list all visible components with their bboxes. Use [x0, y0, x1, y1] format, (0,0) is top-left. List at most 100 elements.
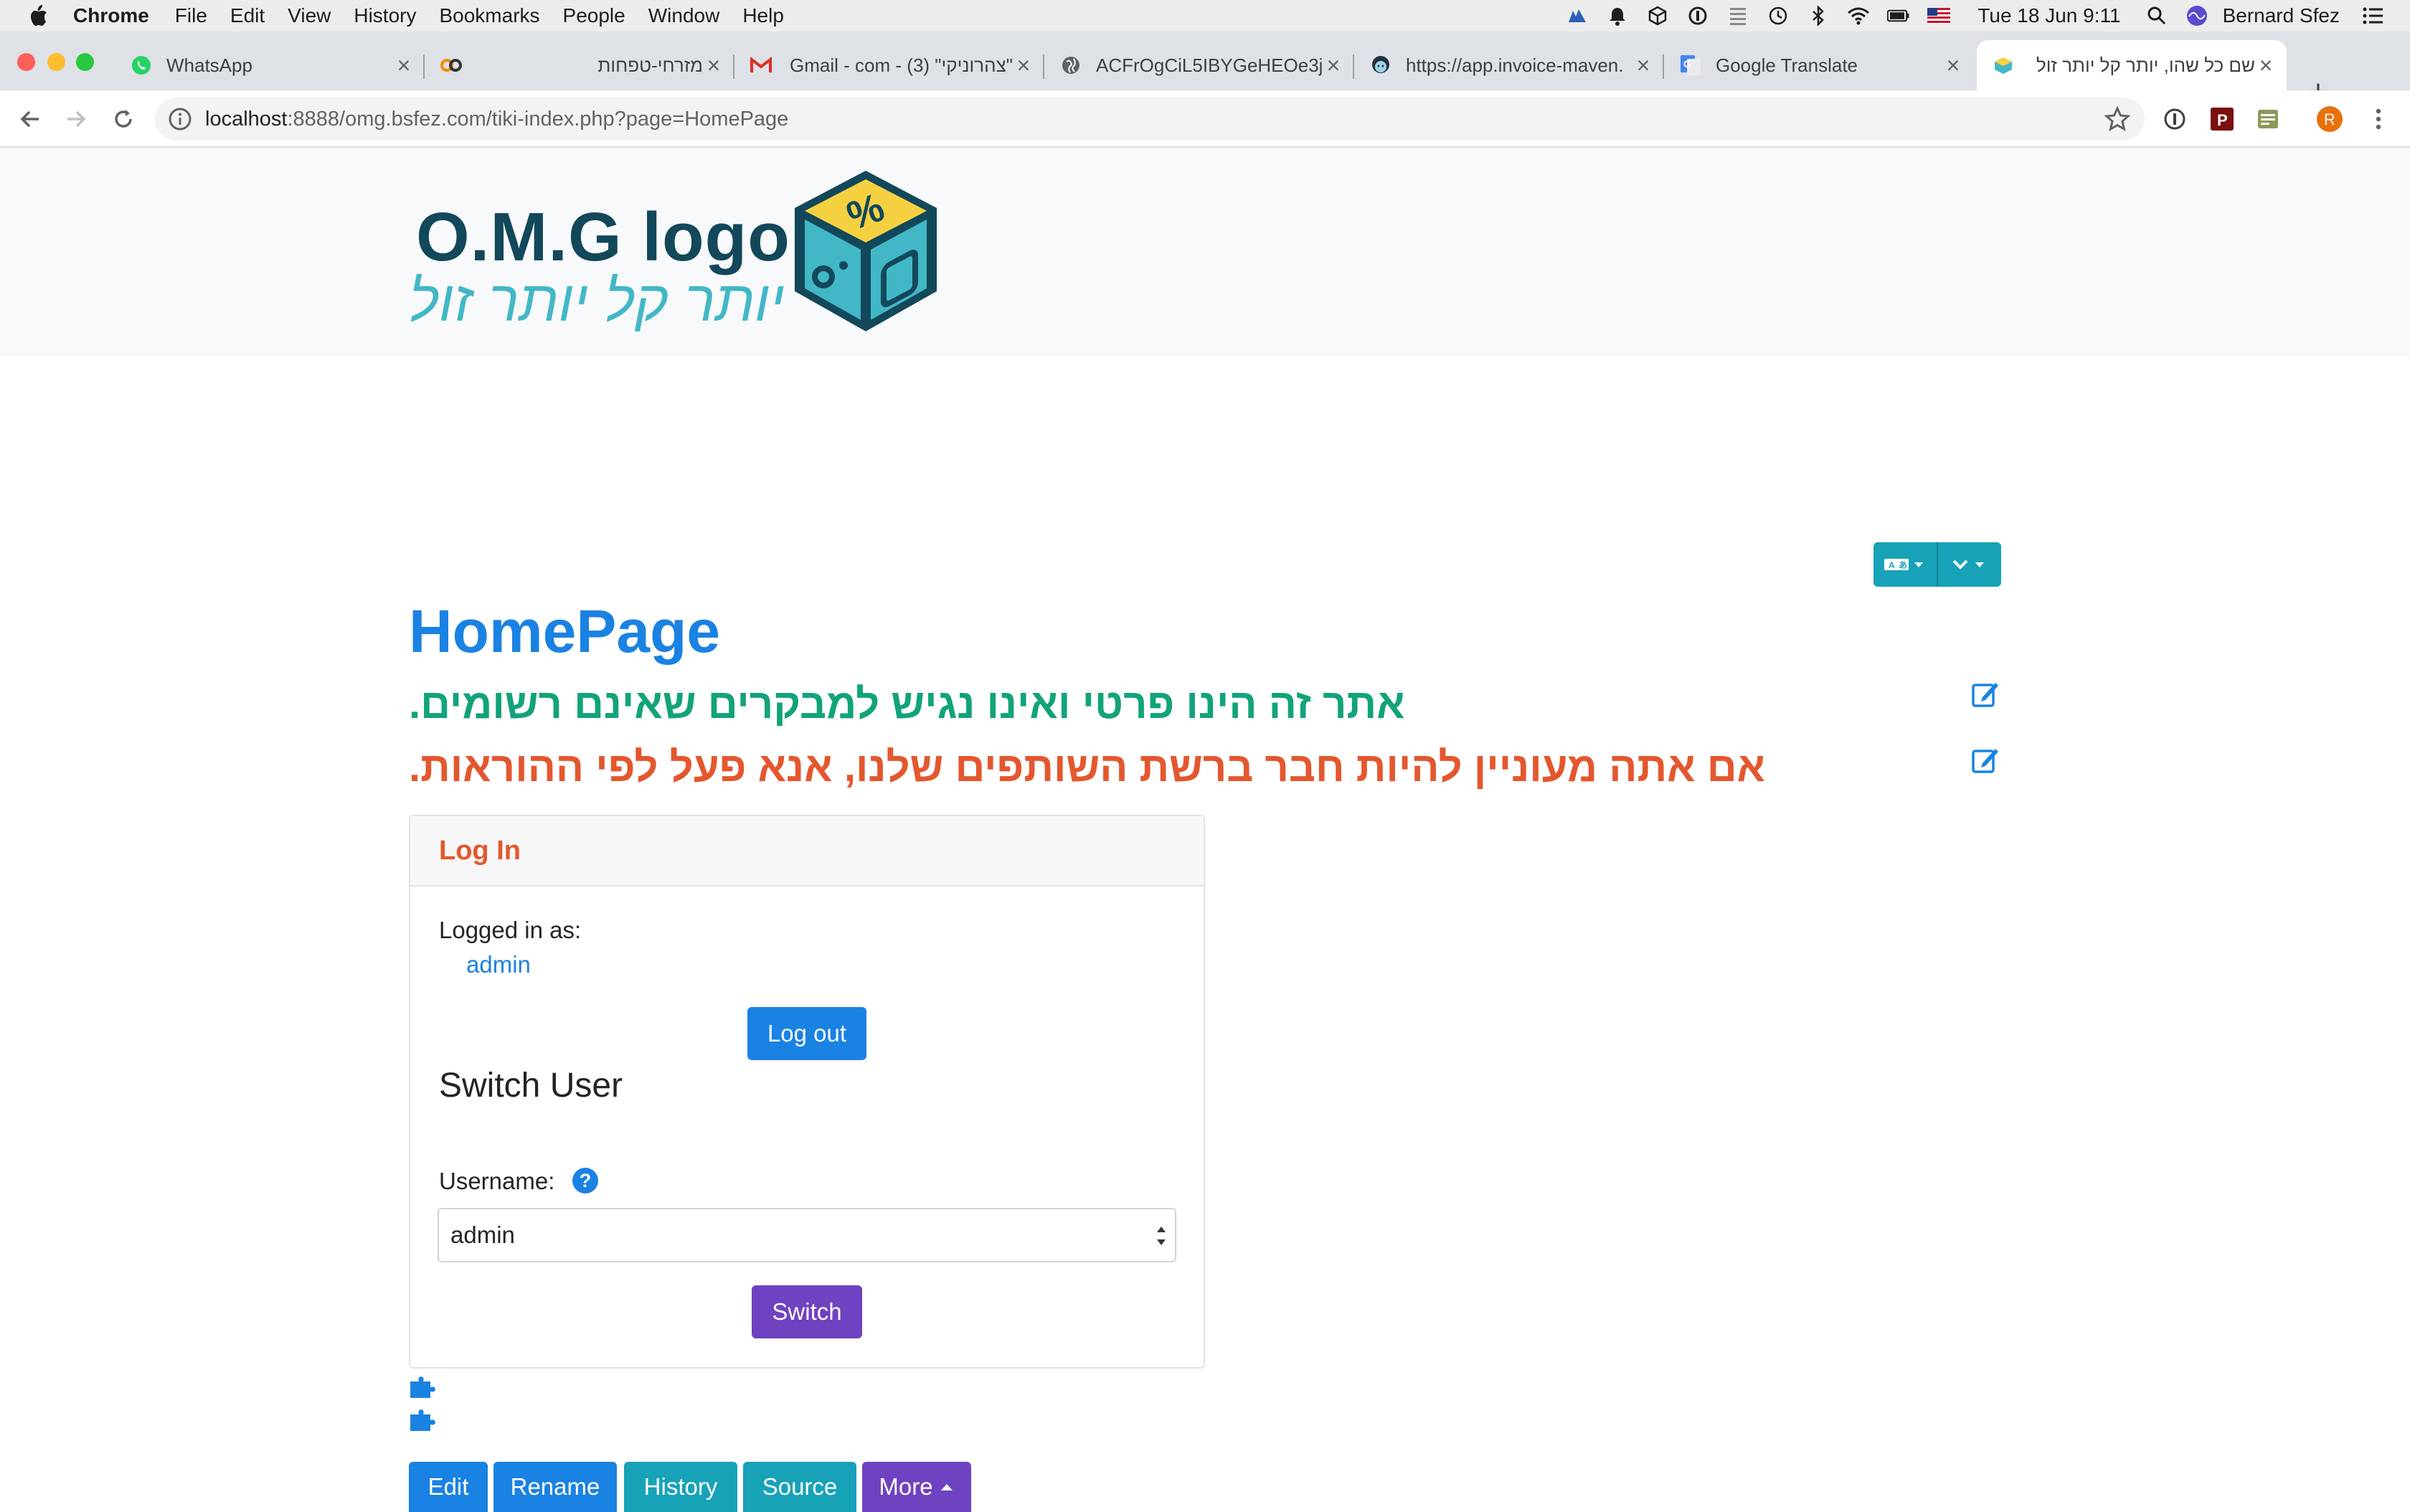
tab-close-icon[interactable]: ×	[1323, 52, 1344, 79]
tab-title: שם כל שהו, יותר קל יותר זול	[2036, 54, 2255, 76]
menu-edit[interactable]: Edit	[230, 4, 265, 27]
tab-invoice-maven[interactable]: https://app.invoice-maven. ×	[1354, 40, 1664, 90]
tab-close-icon[interactable]: ×	[1942, 52, 1964, 79]
username-select-value: admin	[450, 1222, 515, 1248]
tab-close-icon[interactable]: ×	[2255, 52, 2277, 79]
tab-mizrahi[interactable]: מזרחי-טפחות ×	[425, 40, 734, 90]
bookmark-star-icon[interactable]	[2104, 106, 2130, 132]
menu-history[interactable]: History	[354, 4, 416, 27]
menu-bar-tray: Tue 18 Jun 9:11 Bernard Sfez	[1557, 0, 2393, 32]
address-bar[interactable]: localhost:8888/omg.bsfez.com/tiki-index.…	[155, 98, 2145, 141]
site-info-icon[interactable]	[168, 107, 192, 131]
menu-bar-clock[interactable]: Tue 18 Jun 9:11	[1977, 4, 2120, 27]
menu-help[interactable]: Help	[742, 4, 784, 27]
menu-window[interactable]: Window	[648, 4, 720, 27]
switch-user-title: Switch User	[439, 1067, 623, 1105]
window-minimize-button[interactable]	[47, 53, 65, 71]
url-host: localhost	[205, 107, 288, 131]
logo-cube-icon: %	[795, 171, 937, 331]
page-history-button[interactable]: History	[624, 1462, 737, 1512]
address-url[interactable]: localhost:8888/omg.bsfez.com/tiki-index.…	[205, 108, 788, 131]
tab-google-translate[interactable]: G Google Translate ×	[1664, 40, 1974, 90]
tab-close-icon[interactable]: ×	[703, 52, 724, 79]
macos-menu-bar: Chrome File Edit View History Bookmarks …	[0, 0, 2410, 32]
select-arrows-icon	[1157, 1227, 1166, 1245]
p-extension-icon[interactable]: P	[2208, 105, 2236, 133]
edit-notice-icon[interactable]	[1971, 680, 2000, 709]
switch-user-button[interactable]: Switch	[752, 1285, 862, 1338]
plugin-puzzle-icon[interactable]	[409, 1374, 436, 1399]
edit-page-button[interactable]: Edit	[409, 1462, 488, 1512]
us-flag-icon[interactable]	[1927, 4, 1951, 27]
chrome-menu-icon[interactable]	[2364, 105, 2393, 133]
package-icon[interactable]	[1646, 4, 1669, 27]
tab-whatsapp[interactable]: WhatsApp ×	[115, 40, 425, 90]
logout-button[interactable]: Log out	[747, 1007, 866, 1060]
tab-close-icon[interactable]: ×	[1632, 52, 1654, 79]
spotlight-search-icon[interactable]	[2145, 4, 2168, 27]
rename-page-button[interactable]: Rename	[493, 1462, 617, 1512]
bluetooth-icon[interactable]	[1807, 4, 1830, 27]
tab-close-icon[interactable]: ×	[393, 52, 415, 79]
google-translate-icon: G	[1680, 55, 1701, 76]
page-title: HomePage	[409, 597, 721, 665]
reload-icon[interactable]	[108, 103, 139, 135]
browser-tab-strip: WhatsApp × מזרחי-טפחות × "צהרוניקי" (3) …	[0, 32, 2410, 108]
menu-app-name[interactable]: Chrome	[73, 4, 149, 27]
chevron-down-icon	[1952, 559, 1984, 570]
profile-avatar[interactable]: R	[2315, 105, 2344, 133]
svg-text:P: P	[2217, 111, 2228, 129]
cloud-app-icon[interactable]	[1566, 4, 1589, 27]
sheets-extension-icon[interactable]	[2254, 105, 2282, 133]
page-tools-button-group: Aあ	[1873, 542, 2001, 587]
logged-in-user-link[interactable]: admin	[466, 951, 531, 978]
tab-gmail[interactable]: "צהרוניקי" (3) - Gmail - com ×	[734, 40, 1044, 90]
tab-title: ACFrOgCiL5IBYGeHEOe3j	[1096, 54, 1323, 76]
tab-omg-site-active[interactable]: שם כל שהו, יותר קל יותר זול ×	[1977, 40, 2287, 90]
translate-dropdown-button[interactable]: Aあ	[1873, 542, 1938, 587]
whatsapp-icon	[131, 55, 152, 76]
menu-bookmarks[interactable]: Bookmarks	[439, 4, 539, 27]
tab-close-icon[interactable]: ×	[1013, 52, 1034, 79]
browser-toolbar: localhost:8888/omg.bsfez.com/tiki-index.…	[0, 90, 2410, 148]
menu-list-icon[interactable]	[1726, 4, 1749, 27]
battery-icon[interactable]	[1887, 4, 1910, 27]
wifi-icon[interactable]	[1847, 4, 1870, 27]
page-source-button[interactable]: Source	[743, 1462, 856, 1512]
siri-icon[interactable]	[2185, 4, 2208, 27]
mizrahi-icon	[440, 55, 462, 76]
edit-notice-icon[interactable]	[1971, 746, 2000, 775]
menu-file[interactable]: File	[175, 4, 207, 27]
site-header: O.M.G logo יותר קל יותר זול %	[0, 148, 2410, 356]
private-site-notice: אתר זה הינו פרטי ואינו נגיש למבקרים שאינ…	[409, 681, 1405, 727]
password-manager-icon[interactable]	[1686, 4, 1709, 27]
site-icon	[1993, 55, 2014, 76]
notification-center-icon[interactable]	[2361, 4, 2384, 27]
more-actions-button[interactable]: More	[862, 1462, 971, 1512]
site-logo[interactable]: O.M.G logo יותר קל יותר זול %	[409, 168, 940, 334]
tab-title: "צהרוניקי" (3) - Gmail - com	[790, 54, 1013, 76]
notification-bell-icon[interactable]	[1606, 4, 1629, 27]
password-extension-icon[interactable]	[2160, 105, 2189, 133]
menu-people[interactable]: People	[563, 4, 625, 27]
time-machine-icon[interactable]	[1767, 4, 1790, 27]
menu-bar-user[interactable]: Bernard Sfez	[2223, 4, 2340, 27]
more-actions-label: More	[879, 1473, 933, 1500]
tab-document[interactable]: ACFrOgCiL5IBYGeHEOe3j ×	[1044, 40, 1354, 90]
back-arrow-icon[interactable]	[14, 103, 46, 135]
menu-view[interactable]: View	[288, 4, 331, 27]
help-icon[interactable]: ?	[572, 1168, 598, 1194]
username-select[interactable]: admin	[438, 1208, 1176, 1262]
invoice-maven-icon	[1370, 55, 1391, 76]
apple-icon[interactable]	[27, 4, 49, 27]
forward-arrow-icon[interactable]	[60, 103, 92, 135]
username-label: Username:	[439, 1168, 555, 1194]
login-module: Log In Logged in as: admin Log out Switc…	[409, 815, 1205, 1369]
url-path: :8888/omg.bsfez.com/tiki-index.php?page=…	[287, 107, 789, 131]
page-actions-dropdown-button[interactable]	[1938, 542, 2001, 587]
logo-main-text: O.M.G logo	[416, 199, 790, 275]
window-zoom-button[interactable]	[76, 53, 94, 71]
window-close-button[interactable]	[17, 53, 35, 71]
plugin-puzzle-icon[interactable]	[409, 1407, 436, 1432]
globe-icon	[1060, 55, 1082, 76]
